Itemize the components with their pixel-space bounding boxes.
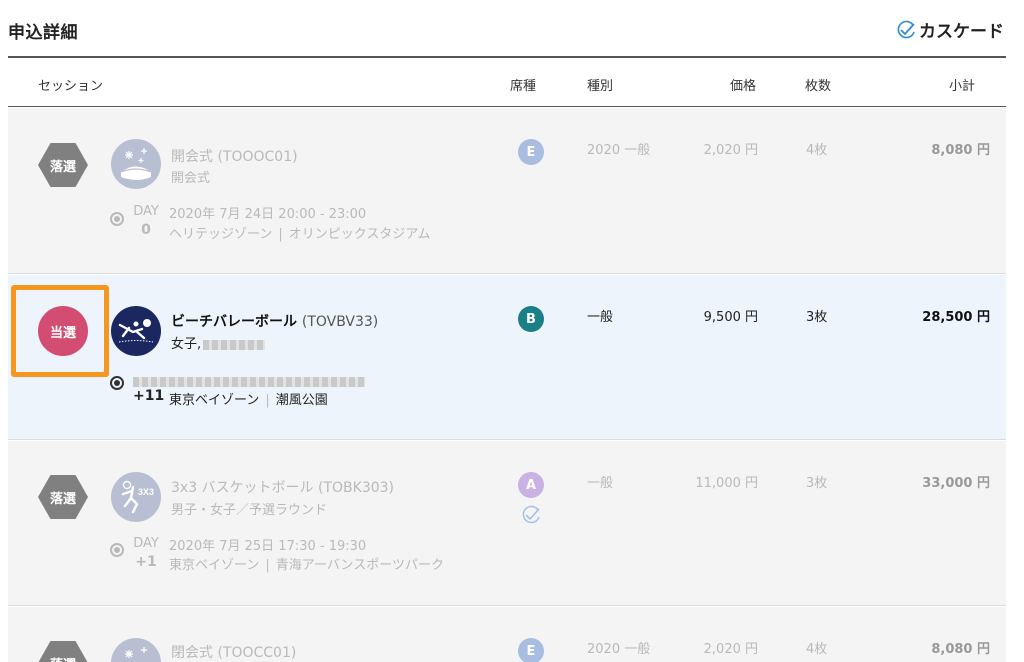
price: 2,020 円 xyxy=(703,143,758,158)
seat-badge: A xyxy=(518,472,544,498)
seat-badge: E xyxy=(518,139,544,165)
col-qty: 枚数 xyxy=(805,79,832,94)
day-indicator: +11 xyxy=(133,388,165,404)
session-date: 2020年 7月 24日 20:00 - 23:00 xyxy=(169,207,367,222)
radio-indicator xyxy=(110,543,124,557)
price: 9,500 円 xyxy=(703,310,758,325)
cascade-label: カスケード xyxy=(919,22,1004,42)
price: 11,000 円 xyxy=(695,476,758,491)
table-row[interactable]: 当選 ビーチバレーボール (TOVBV33) 女子, +11 東京ベイゾーン | 潮… xyxy=(8,275,1006,440)
redacted-text xyxy=(203,339,266,350)
page-title: 申込詳細 xyxy=(8,23,78,43)
won-badge: 当選 xyxy=(38,306,88,356)
col-category: 種別 xyxy=(587,79,614,94)
redacted-date xyxy=(133,371,365,390)
quantity: 4枚 xyxy=(806,642,828,657)
col-price: 価格 xyxy=(730,79,757,94)
seat-badge: E xyxy=(518,638,544,662)
page-header: 申込詳細 カスケード xyxy=(0,0,1024,58)
session-subtitle: 開会式 xyxy=(171,171,211,186)
session-name: 開会式 (TOOOC01) xyxy=(171,149,298,165)
check-circle-icon xyxy=(522,505,540,524)
3x3-basketball-icon: 3X3 xyxy=(111,472,161,522)
col-subtotal: 小計 xyxy=(949,79,976,94)
quantity: 3枚 xyxy=(806,476,828,491)
lost-badge: 落選 xyxy=(38,143,88,187)
table-row[interactable]: 落選 閉会式 (TOOCC01) E 2020 一般 2,020 円 4枚 8,… xyxy=(8,607,1006,662)
session-date: 2020年 7月 25日 17:30 - 19:30 xyxy=(169,539,367,554)
quantity: 3枚 xyxy=(806,310,828,325)
col-seat: 席種 xyxy=(510,79,537,94)
table-row[interactable]: 落選 3X3 3x3 バスケットボール (TOBK303) 男子・女子／予選ラウ… xyxy=(8,441,1006,606)
subtotal: 28,500 円 xyxy=(922,310,990,325)
session-name: 閉会式 (TOOCC01) xyxy=(171,645,297,661)
lost-badge: 落選 xyxy=(38,641,88,662)
col-session: セッション xyxy=(38,79,104,94)
subtotal: 33,000 円 xyxy=(922,476,990,491)
radio-indicator xyxy=(110,376,124,390)
subtotal: 8,080 円 xyxy=(931,143,990,158)
fireworks-stadium-icon xyxy=(111,139,161,189)
cascade-button[interactable]: カスケード xyxy=(895,17,1004,42)
category: 2020 一般 xyxy=(587,143,651,158)
session-name: ビーチバレーボール (TOVBV33) xyxy=(171,314,379,330)
session-name: 3x3 バスケットボール (TOBK303) xyxy=(171,480,395,496)
day-indicator: DAY +1 xyxy=(133,536,159,570)
category: 一般 xyxy=(587,476,614,491)
svg-text:3X3: 3X3 xyxy=(138,487,154,497)
lost-badge: 落選 xyxy=(38,475,88,519)
session-venue: 東京ベイゾーン | 潮風公園 xyxy=(169,393,328,408)
category: 2020 一般 xyxy=(587,642,651,657)
fireworks-stadium-icon xyxy=(111,638,161,662)
price: 2,020 円 xyxy=(703,642,758,657)
radio-indicator xyxy=(110,212,124,226)
session-subtitle: 女子, xyxy=(171,333,266,352)
category: 一般 xyxy=(587,310,614,325)
check-circle-icon xyxy=(897,20,915,38)
session-venue: 東京ベイゾーン | 青海アーバンスポーツパーク xyxy=(169,558,444,573)
seat-badge: B xyxy=(518,306,544,332)
quantity: 4枚 xyxy=(806,143,828,158)
beach-volleyball-icon xyxy=(111,306,161,356)
table-header: セッション 席種 種別 価格 枚数 小計 xyxy=(8,58,1006,107)
table-row[interactable]: 落選 開会式 (TOOOC01) 開会式 DAY 0 2020年 7月 24日 2… xyxy=(8,108,1006,274)
subtotal: 8,080 円 xyxy=(931,642,990,657)
session-subtitle: 男子・女子／予選ラウンド xyxy=(171,503,328,518)
day-indicator: DAY 0 xyxy=(133,204,159,238)
session-venue: ヘリテッジゾーン | オリンピックスタジアム xyxy=(169,227,431,242)
